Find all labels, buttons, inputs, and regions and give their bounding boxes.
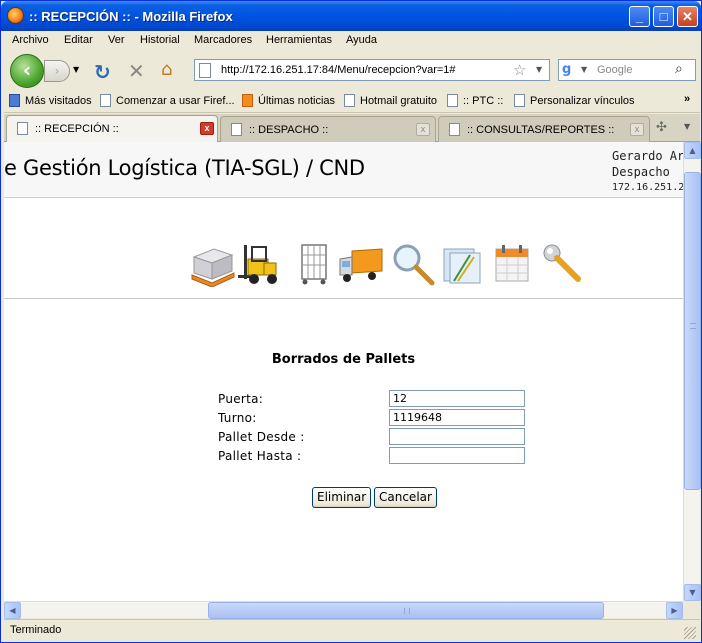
- page-icon: [231, 123, 242, 136]
- minimize-button[interactable]: _: [629, 6, 650, 27]
- form-title: Borrados de Pallets: [271, 352, 416, 367]
- scroll-up-icon[interactable]: ▲: [684, 142, 701, 159]
- bookmark-comenzar[interactable]: Comenzar a usar Firef...: [100, 94, 235, 107]
- tab-close-icon[interactable]: x: [416, 123, 430, 136]
- page-icon: [344, 94, 355, 107]
- search-input[interactable]: Google: [597, 64, 632, 76]
- back-button[interactable]: ‹: [10, 54, 44, 88]
- scroll-right-icon[interactable]: ▶: [666, 602, 683, 619]
- window-title: :: RECEPCIÓN :: - Mozilla Firefox: [29, 9, 233, 24]
- bookmark-ptc[interactable]: :: PTC ::: [447, 94, 503, 107]
- status-text: Terminado: [10, 624, 62, 636]
- tab-list-dropdown-icon[interactable]: ▼: [684, 122, 690, 131]
- bookmark-mas-visitados[interactable]: Más visitados: [9, 94, 92, 107]
- page-icon: [447, 94, 458, 107]
- magnifier-icon[interactable]: [390, 241, 436, 287]
- forklift-icon[interactable]: [236, 241, 282, 287]
- page-header: e Gestión Logística (TIA-SGL) / CND Gera…: [4, 142, 683, 198]
- resize-grip-icon[interactable]: [684, 627, 696, 639]
- grip-icon: [690, 323, 696, 329]
- turno-input[interactable]: [389, 409, 525, 426]
- page-icon: [449, 123, 460, 136]
- grip-icon: [404, 608, 410, 614]
- menu-historial[interactable]: Historial: [140, 34, 180, 46]
- bookmarks-toolbar: Más visitados Comenzar a usar Firef... Ú…: [4, 91, 700, 113]
- status-bar: Terminado: [4, 619, 700, 641]
- url-dropdown-icon[interactable]: ▼: [536, 65, 542, 74]
- tab-recepcion[interactable]: :: RECEPCIÓN :: x: [6, 115, 218, 143]
- history-dropdown-icon[interactable]: ▼: [73, 65, 79, 74]
- google-icon[interactable]: g: [562, 62, 578, 78]
- user-name: Gerardo Ar: [612, 149, 683, 163]
- eliminar-button[interactable]: Eliminar: [312, 487, 372, 508]
- firefox-logo-icon: [7, 7, 24, 24]
- cancelar-button[interactable]: Cancelar: [374, 487, 437, 508]
- menu-editar[interactable]: Editar: [64, 34, 93, 46]
- calendar-icon[interactable]: [490, 241, 536, 287]
- pallet-hasta-label: Pallet Hasta :: [218, 449, 302, 463]
- truck-icon[interactable]: [338, 241, 384, 287]
- maximize-button[interactable]: □: [653, 6, 674, 27]
- page-icon: [514, 94, 525, 107]
- scrollbar-corner: [683, 601, 700, 618]
- browser-window: :: RECEPCIÓN :: - Mozilla Firefox _ □ ✕ …: [0, 0, 702, 643]
- bookmark-ultimas-noticias[interactable]: Últimas noticias: [242, 94, 335, 107]
- user-role: Despacho: [612, 165, 670, 179]
- url-text[interactable]: http://172.16.251.17:84/Menu/recepcion?v…: [221, 64, 456, 76]
- title-bar: :: RECEPCIÓN :: - Mozilla Firefox _ □ ✕: [1, 1, 701, 31]
- vertical-scroll-thumb[interactable]: [684, 172, 701, 490]
- horizontal-scrollbar[interactable]: ◀ ▶: [4, 601, 683, 619]
- bookmark-hotmail[interactable]: Hotmail gratuito: [344, 94, 437, 107]
- scroll-down-icon[interactable]: ▼: [684, 584, 701, 601]
- url-bar[interactable]: http://172.16.251.17:84/Menu/recepcion?v…: [194, 59, 550, 81]
- puerta-input[interactable]: [389, 390, 525, 407]
- search-engine-dropdown-icon[interactable]: ▼: [581, 65, 587, 74]
- scroll-left-icon[interactable]: ◀: [4, 602, 21, 619]
- page-icon: [17, 122, 28, 135]
- turno-label: Turno:: [218, 411, 257, 425]
- menu-ayuda[interactable]: Ayuda: [346, 34, 377, 46]
- page-icon: [199, 63, 211, 78]
- page-title: e Gestión Logística (TIA-SGL) / CND: [4, 156, 365, 180]
- search-magnifier-icon[interactable]: ⌕: [675, 61, 683, 77]
- pallet-desde-input[interactable]: [389, 428, 525, 445]
- tab-consultas-reportes[interactable]: :: CONSULTAS/REPORTES :: x: [438, 116, 650, 142]
- vertical-scrollbar[interactable]: ▲ ▼: [683, 142, 701, 601]
- wrench-icon[interactable]: [540, 241, 586, 287]
- stop-icon[interactable]: ✕: [128, 59, 145, 83]
- pallet-icon[interactable]: [190, 241, 236, 287]
- menu-marcadores[interactable]: Marcadores: [194, 34, 252, 46]
- puerta-label: Puerta:: [218, 392, 264, 406]
- close-button[interactable]: ✕: [677, 6, 698, 27]
- menu-ver[interactable]: Ver: [108, 34, 125, 46]
- menu-archivo[interactable]: Archivo: [12, 34, 49, 46]
- rss-icon: [242, 94, 253, 107]
- tab-close-icon[interactable]: x: [630, 123, 644, 136]
- user-ip: 172.16.251.2: [612, 182, 683, 193]
- page-icon: [100, 94, 111, 107]
- module-icon-bar: [4, 199, 683, 299]
- most-visited-icon: [9, 94, 20, 107]
- horizontal-scroll-thumb[interactable]: [208, 602, 604, 619]
- navigation-toolbar: ‹ › ▼ ↻ ✕ ⌂ http://172.16.251.17:84/Menu…: [4, 51, 700, 91]
- bookmarks-overflow-icon[interactable]: »: [684, 93, 690, 105]
- tab-close-icon[interactable]: x: [200, 122, 214, 135]
- search-bar[interactable]: g ▼ Google ⌕: [558, 59, 696, 81]
- user-info: Gerardo Ar Despacho 172.16.251.2: [612, 148, 683, 196]
- menu-herramientas[interactable]: Herramientas: [266, 34, 332, 46]
- reload-icon[interactable]: ↻: [94, 60, 111, 84]
- tab-bar: :: RECEPCIÓN :: x :: DESPACHO :: x :: CO…: [4, 114, 700, 143]
- forward-button[interactable]: ›: [44, 60, 70, 82]
- page-content: e Gestión Logística (TIA-SGL) / CND Gera…: [4, 142, 683, 601]
- bookmark-personalizar[interactable]: Personalizar vínculos: [514, 94, 635, 107]
- folders-icon[interactable]: [440, 241, 486, 287]
- tab-despacho[interactable]: :: DESPACHO :: x: [220, 116, 436, 142]
- menu-bar: Archivo Editar Ver Historial Marcadores …: [4, 31, 700, 51]
- cage-cart-icon[interactable]: [292, 241, 338, 287]
- pallet-desde-label: Pallet Desde :: [218, 430, 305, 444]
- pallet-hasta-input[interactable]: [389, 447, 525, 464]
- new-tab-icon[interactable]: ✣: [656, 120, 667, 135]
- home-icon[interactable]: ⌂: [161, 59, 172, 80]
- bookmark-star-icon[interactable]: ☆: [513, 61, 526, 79]
